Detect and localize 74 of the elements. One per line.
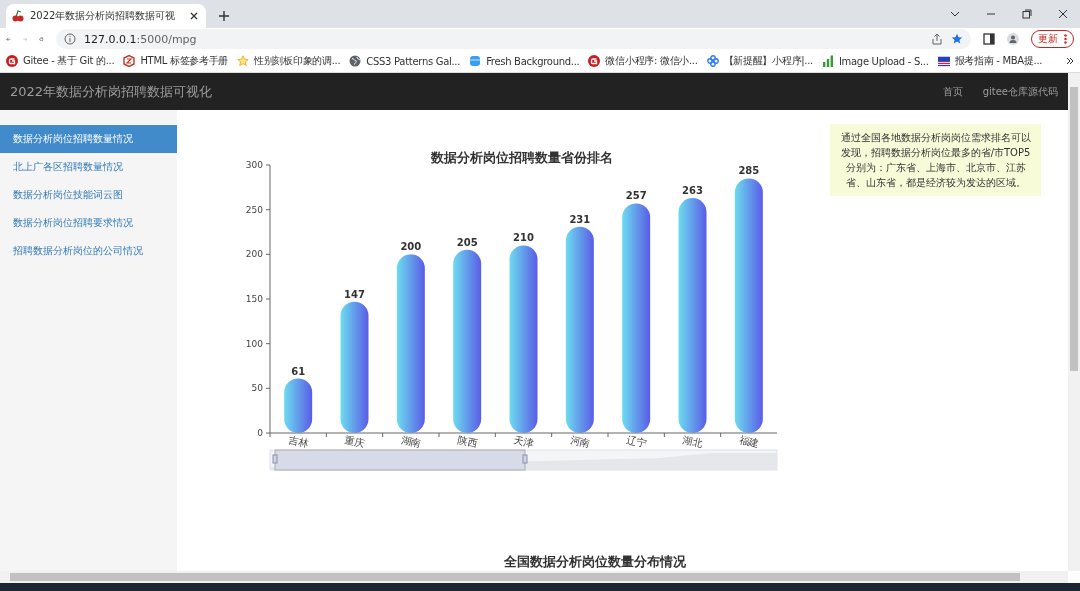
- update-button[interactable]: 更新: [1031, 30, 1074, 48]
- more-icon[interactable]: [1064, 34, 1067, 44]
- cherries-icon: [12, 10, 24, 22]
- axis-category-label: 吉林: [287, 434, 310, 449]
- browser-tab[interactable]: 2022年数据分析岗招聘数据可视: [6, 4, 206, 28]
- chevron-down-icon[interactable]: [950, 9, 960, 19]
- axis-category-label: 湖北: [681, 434, 704, 449]
- bookmark-link[interactable]: Fresh Background...: [486, 55, 580, 67]
- star-icon: [237, 55, 250, 67]
- axis-tick-label: 0: [257, 428, 263, 438]
- g-logo-icon: [588, 55, 601, 67]
- site-title[interactable]: 2022年数据分析岗招聘数据可视化: [10, 82, 213, 101]
- axis-category-label: 河南: [569, 434, 592, 449]
- reload-icon[interactable]: [39, 36, 44, 42]
- bookmark-link[interactable]: 性别刻板印象的调...: [254, 54, 341, 68]
- share-icon[interactable]: [931, 33, 943, 45]
- bookmark-link[interactable]: Image Upload - S...: [838, 55, 929, 67]
- axis-tick-label: 150: [245, 294, 263, 304]
- striped-flag-icon: [937, 55, 950, 67]
- note-box: 通过全国各地数据分析岗岗位需求排名可以发现，招聘数据分析岗位最多的省/市TOP5分别为：广东省、上海市、北京市、江苏省、山东省，都是经济较为发达的区域。: [830, 124, 1041, 196]
- clover-icon: [706, 55, 719, 67]
- cube-icon: [469, 55, 482, 67]
- side-panel-icon[interactable]: [983, 33, 995, 45]
- address-bar[interactable]: 127.0.0.1:5000/mpg: [56, 29, 971, 49]
- data-label: 200: [400, 241, 422, 253]
- data-label: 61: [291, 365, 306, 377]
- close-icon[interactable]: [1058, 9, 1068, 19]
- back-arrow-icon[interactable]: [6, 36, 11, 42]
- axis-category-label: 福建: [738, 434, 761, 449]
- axis-tick-label: 200: [245, 249, 263, 260]
- scrollbar-thumb[interactable]: [1070, 87, 1078, 371]
- star-icon[interactable]: [951, 33, 963, 45]
- bookmark-link[interactable]: Gitee - 基于 Git 的...: [23, 54, 115, 68]
- restore-icon[interactable]: [1022, 9, 1032, 19]
- close-icon[interactable]: [188, 10, 200, 22]
- sidebar-item[interactable]: 招聘数据分析岗位的公司情况: [0, 237, 177, 265]
- new-tab-icon[interactable]: [216, 8, 232, 24]
- bookmark-link[interactable]: CSS3 Patterns Gal...: [366, 55, 461, 67]
- bar: [284, 378, 313, 433]
- axis-category-label: 辽宁: [625, 434, 648, 449]
- sidebar-item[interactable]: 北上广各区招聘数量情况: [0, 153, 177, 181]
- chart-title: 数据分析岗位招聘数量省份排名: [431, 150, 613, 165]
- axis-category-label: 天津: [512, 434, 535, 449]
- bookmark-link[interactable]: 报考指南 - MBA提...: [954, 54, 1043, 68]
- data-label: 285: [738, 165, 760, 177]
- g-logo-icon: [6, 55, 18, 67]
- profile-icon[interactable]: [1007, 33, 1019, 45]
- sidebar-item[interactable]: 数据分析岗位招聘数量情况: [0, 125, 177, 153]
- axis-category-label: 湖南: [400, 434, 423, 449]
- bookmark-link[interactable]: 微信小程序: 微信小...: [605, 54, 698, 68]
- data-label: 257: [625, 190, 647, 202]
- nav-link[interactable]: 首页: [942, 84, 963, 99]
- data-label: 205: [456, 236, 478, 248]
- range-slider[interactable]: [269, 449, 778, 471]
- axis-tick-label: 50: [251, 383, 263, 394]
- axis-tick-label: 250: [245, 204, 263, 215]
- scrollbar-thumb[interactable]: [10, 573, 1020, 581]
- axis-tick-label: 100: [245, 338, 263, 349]
- data-label: 231: [569, 213, 591, 225]
- axis-category-label: 重庆: [343, 434, 366, 449]
- bookmark-link[interactable]: 【新提醒】小程序|...: [723, 54, 813, 68]
- data-label: 147: [344, 288, 365, 300]
- section-title: 全国数据分析岗位数量分布情况: [504, 553, 686, 571]
- nav-link[interactable]: gitee仓库源代码: [982, 84, 1058, 99]
- info-icon[interactable]: [64, 33, 76, 45]
- axis-tick-label: 300: [245, 160, 263, 170]
- sidebar-item[interactable]: 数据分析岗位招聘要求情况: [0, 209, 177, 237]
- axis-category-label: 陕西: [456, 434, 479, 449]
- data-label: 263: [682, 185, 703, 197]
- chevron-right-icon[interactable]: [1066, 57, 1074, 65]
- signal-bars-icon: [821, 55, 834, 67]
- data-label: 210: [513, 232, 534, 244]
- bookmark-link[interactable]: HTML 标签参考手册: [140, 54, 229, 68]
- sidebar-item[interactable]: 数据分析岗位技能词云图: [0, 181, 177, 209]
